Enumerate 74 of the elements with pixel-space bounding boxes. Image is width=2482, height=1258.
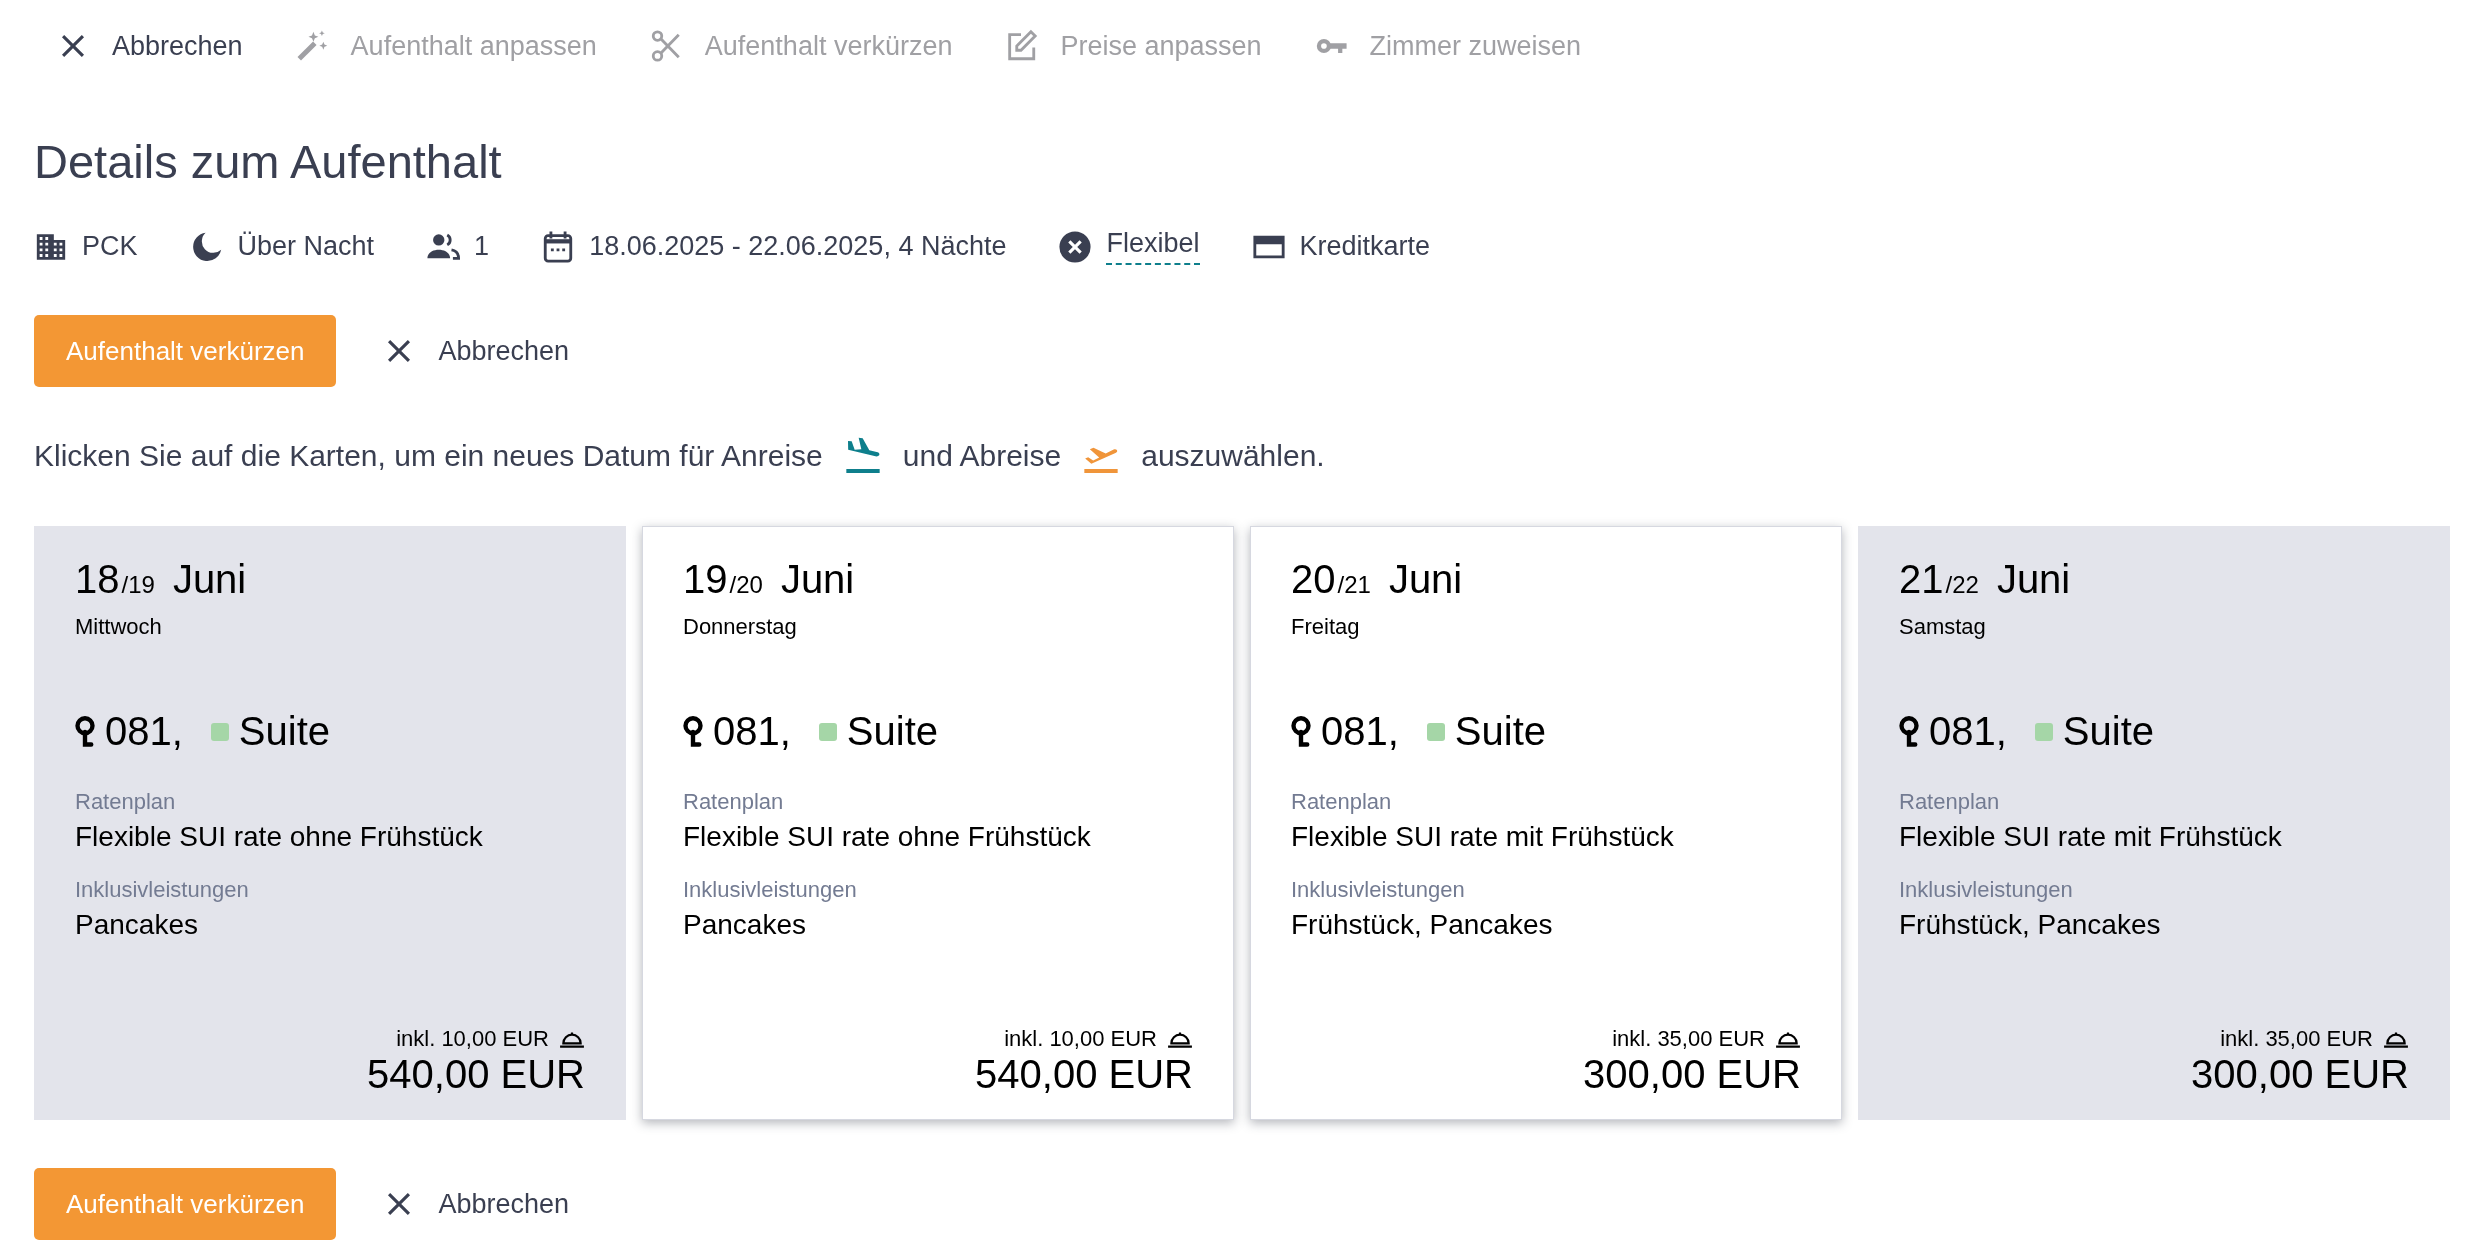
day-number: 18 xyxy=(75,557,120,602)
key-icon xyxy=(75,714,95,749)
total-price: 540,00 EUR xyxy=(367,1052,585,1097)
room-number: 081, xyxy=(105,709,183,754)
info-text: 18.06.2025 - 22.06.2025, 4 Nächte xyxy=(589,231,1007,262)
key-icon xyxy=(1291,714,1311,749)
total-price: 300,00 EUR xyxy=(1583,1052,1801,1097)
room-category: Suite xyxy=(2062,709,2155,754)
next-day-number: /22 xyxy=(1945,571,1979,599)
weekday: Freitag xyxy=(1291,614,1361,640)
info-text: 1 xyxy=(474,231,490,262)
toolbar-button[interactable]: Abbrechen xyxy=(56,29,243,63)
inclusions: Pancakes xyxy=(683,909,807,941)
key-icon xyxy=(1899,714,1919,749)
room-number: 081, xyxy=(1929,709,2007,754)
total-price: 300,00 EUR xyxy=(2191,1052,2409,1097)
weekday: Donnerstag xyxy=(683,614,798,640)
day-number: 20 xyxy=(1291,557,1336,602)
included-amount: inkl. 35,00 EUR xyxy=(1612,1026,1765,1052)
day-card[interactable]: 21/22 Juni Samstag 081, Suite Ratenplan Flexible SUI rate mit Frühstück Inklusivleistungen Frühstück, Pancakes inkl. 35,00 EUR 300,00 EUR xyxy=(1858,526,2450,1120)
category-marker xyxy=(818,722,837,741)
month-name: Juni xyxy=(172,557,247,602)
category-marker xyxy=(1426,722,1445,741)
inclusions: Pancakes xyxy=(75,909,199,941)
cancel-circle-icon xyxy=(1058,229,1093,264)
day-number: 21 xyxy=(1899,557,1944,602)
cancellation-policy-link[interactable]: Flexibel xyxy=(1106,228,1200,265)
key-icon xyxy=(683,714,703,749)
month-name: Juni xyxy=(1996,557,2071,602)
field-label: Inklusivleistungen xyxy=(1291,877,1466,903)
next-day-number: /20 xyxy=(729,571,763,599)
instruction-text: Klicken Sie auf die Karten, um ein neues Datum für Anreise xyxy=(34,439,823,473)
field-label: Ratenplan xyxy=(1899,789,2001,815)
rate-plan: Flexible SUI rate ohne Frühstück xyxy=(75,821,484,853)
room-number: 081, xyxy=(1321,709,1399,754)
field-label: Inklusivleistungen xyxy=(683,877,858,903)
category-marker xyxy=(2034,722,2053,741)
total-price: 540,00 EUR xyxy=(975,1052,1193,1097)
field-label: Inklusivleistungen xyxy=(1899,877,2074,903)
field-label: Inklusivleistungen xyxy=(75,877,250,903)
info-text: PCK xyxy=(82,231,138,262)
weekday: Samstag xyxy=(1899,614,1987,640)
day-card[interactable]: 20/21 Juni Freitag 081, Suite Ratenplan Flexible SUI rate mit Frühstück Inklusivleistungen Frühstück, Pancakes inkl. 35,00 EUR 300,00 EUR xyxy=(1250,526,1842,1120)
instruction-text: auszuwählen. xyxy=(1141,439,1325,473)
rate-plan: Flexible SUI rate ohne Frühstück xyxy=(683,821,1092,853)
included-amount: inkl. 10,00 EUR xyxy=(396,1026,549,1052)
month-name: Juni xyxy=(780,557,855,602)
day-card[interactable]: 19/20 Juni Donnerstag 081, Suite Ratenplan Flexible SUI rate ohne Frühstück Inklusivleistungen Pancakes inkl. 10,00 EUR 540,00 EUR xyxy=(642,526,1234,1120)
category-marker xyxy=(210,722,229,741)
cancel-button[interactable]: Abbrechen xyxy=(372,334,580,368)
info-text: Kreditkarte xyxy=(1299,231,1431,262)
cancel-button[interactable]: Abbrechen xyxy=(372,1187,580,1221)
room-category: Suite xyxy=(846,709,939,754)
field-label: Ratenplan xyxy=(75,789,177,815)
instruction-text: und Abreise xyxy=(902,439,1062,473)
month-name: Juni xyxy=(1388,557,1463,602)
room-category: Suite xyxy=(238,709,331,754)
rate-plan: Flexible SUI rate mit Frühstück xyxy=(1899,821,2283,853)
inclusions: Frühstück, Pancakes xyxy=(1899,909,2162,941)
included-amount: inkl. 10,00 EUR xyxy=(1004,1026,1157,1052)
day-number: 19 xyxy=(683,557,728,602)
included-amount: inkl. 35,00 EUR xyxy=(2220,1026,2373,1052)
info-text: Über Nacht xyxy=(237,231,375,262)
room-number: 081, xyxy=(713,709,791,754)
next-day-number: /21 xyxy=(1337,571,1371,599)
next-day-number: /19 xyxy=(121,571,155,599)
page-title: Details zum Aufenthalt xyxy=(34,134,503,189)
field-label: Ratenplan xyxy=(683,789,785,815)
room-category: Suite xyxy=(1454,709,1547,754)
field-label: Ratenplan xyxy=(1291,789,1393,815)
rate-plan: Flexible SUI rate mit Frühstück xyxy=(1291,821,1675,853)
day-card[interactable]: 18/19 Juni Mittwoch 081, Suite Ratenplan Flexible SUI rate ohne Frühstück Inklusivleistungen Pancakes inkl. 10,00 EUR 540,00 EUR xyxy=(34,526,626,1120)
weekday: Mittwoch xyxy=(75,614,163,640)
inclusions: Frühstück, Pancakes xyxy=(1291,909,1554,941)
